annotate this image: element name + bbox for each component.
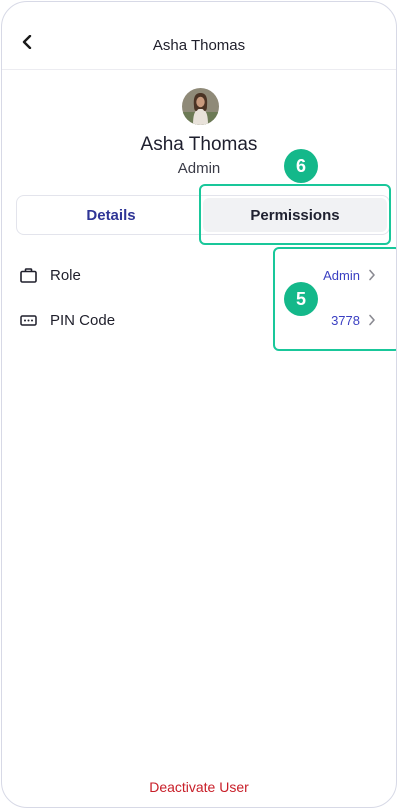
page-title: Asha Thomas — [152, 37, 246, 54]
deactivate-user-button[interactable]: Deactivate User — [2, 779, 396, 795]
row-value-pin-code: 3778 — [331, 312, 360, 328]
profile-role: Admin — [177, 160, 221, 177]
step-badge-6: 6 — [284, 149, 318, 183]
row-value-role: Admin — [323, 267, 360, 283]
tab-details[interactable]: Details — [19, 198, 203, 232]
step-badge-5: 5 — [284, 282, 318, 316]
settings-row-pin-code[interactable]: PIN Code 3778 — [2, 304, 396, 336]
header-bar: Asha Thomas — [2, 2, 396, 70]
chevron-right-icon — [366, 269, 378, 281]
row-label-pin-code: PIN Code — [50, 311, 116, 329]
tab-permissions[interactable]: Permissions — [203, 198, 387, 232]
settings-row-role[interactable]: Role Admin — [2, 259, 396, 291]
pin-dots-icon — [19, 311, 37, 329]
profile-name: Asha Thomas — [140, 134, 258, 155]
row-label-role: Role — [50, 266, 81, 284]
chevron-right-icon — [366, 314, 378, 326]
avatar — [182, 88, 219, 125]
briefcase-icon — [19, 266, 37, 284]
phone-frame: Asha Thomas Asha Thomas Admin Details Pe… — [1, 1, 397, 808]
tab-switcher: Details Permissions — [16, 195, 390, 235]
